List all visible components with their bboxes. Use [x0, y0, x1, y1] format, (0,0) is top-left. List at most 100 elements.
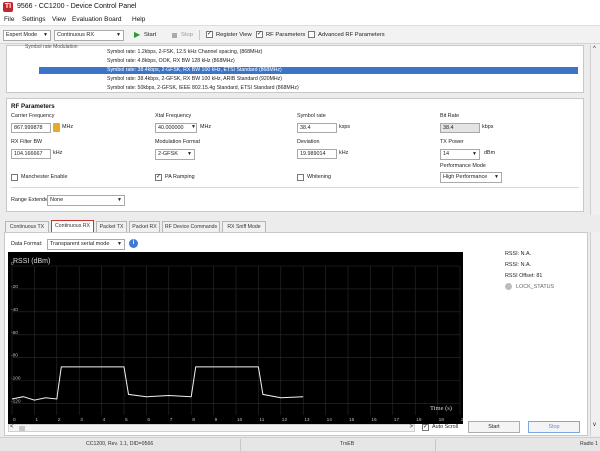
menu-settings[interactable]: Settings: [22, 15, 46, 25]
toolbar-divider: [199, 30, 200, 40]
lock-status-led-icon: [505, 283, 512, 290]
chevron-down-icon: ▼: [116, 32, 121, 38]
scroll-left-icon[interactable]: <: [10, 424, 14, 430]
data-format-value: Transparent serial mode: [50, 241, 110, 247]
chevron-down-icon: ▼: [494, 174, 499, 180]
y-tick-label: -60: [11, 330, 18, 336]
x-tick-label: 3: [80, 417, 83, 423]
performance-mode-value: High Performance: [443, 174, 488, 180]
modulation-format-value: 2-GFSK: [158, 151, 178, 157]
menu-help[interactable]: Help: [132, 15, 145, 25]
rf-parameters-checkbox[interactable]: ✓: [256, 31, 263, 38]
mode-select-value: Expert Mode: [6, 32, 38, 38]
rssi-offset: RSSI Offset: 81: [505, 273, 543, 279]
y-tick-label: -20: [11, 284, 18, 290]
rx-mode-select-value: Continuous RX: [57, 32, 94, 38]
tx-power-select[interactable]: 14 ▼: [440, 149, 480, 160]
pa-ramping-checkbox[interactable]: ✓: [155, 174, 162, 181]
status-board: TrxEB: [340, 441, 355, 447]
auto-scroll-label: Auto Scroll: [432, 424, 459, 430]
tab-rx-sniff-mode[interactable]: RX Sniff Mode: [222, 221, 266, 232]
deviation-unit: kHz: [339, 150, 349, 156]
scrollbar-thumb[interactable]: [19, 426, 25, 431]
rx-filter-bw-label: RX Filter BW: [11, 139, 43, 145]
app-logo-icon: TI: [3, 2, 13, 12]
stop-icon[interactable]: [172, 33, 177, 38]
range-extender-select[interactable]: None ▼: [47, 195, 125, 206]
tx-power-label: TX Power: [440, 139, 464, 145]
preset-item[interactable]: Symbol rate: 1.2kbps, 2-FSK, 12.5 kHz Ch…: [107, 49, 262, 56]
tab-rf-device-commands[interactable]: RF Device Commands: [162, 221, 220, 232]
tab-continuous-tx[interactable]: Continuous TX: [5, 221, 49, 232]
menu-file[interactable]: File: [4, 15, 14, 25]
x-tick-label: 12: [282, 417, 288, 423]
x-tick-label: 15: [349, 417, 355, 423]
scroll-up-icon[interactable]: ^: [593, 46, 596, 52]
tab-continuous-rx[interactable]: Continuous RX: [51, 220, 94, 232]
rx-panel-scrollbar[interactable]: v: [590, 232, 600, 436]
x-axis-label: Time (s): [430, 405, 452, 412]
x-tick-label: 7: [170, 417, 173, 423]
x-tick-label: 19: [439, 417, 445, 423]
range-extender-label: Range Extender: [11, 197, 50, 203]
rx-filter-bw-input[interactable]: 104.166667: [11, 149, 51, 159]
x-tick-label: 10: [237, 417, 243, 423]
rx-mode-select[interactable]: Continuous RX ▼: [54, 30, 124, 41]
symbol-rate-unit: ksps: [339, 124, 351, 130]
chevron-down-icon: ▼: [187, 151, 192, 157]
xtal-frequency-unit: MHz: [200, 124, 212, 130]
whitening-label: Whitening: [307, 174, 331, 180]
deviation-input[interactable]: 19.989014: [297, 149, 337, 159]
toolbar: Expert Mode ▼ Continuous RX ▼ ▶ Start Stop…: [0, 26, 600, 44]
chevron-down-icon[interactable]: ▼: [191, 124, 196, 130]
menu-evaluation-board[interactable]: Evaluation Board: [72, 15, 122, 25]
symbol-rate-input[interactable]: 38.4: [297, 123, 337, 133]
xtal-frequency-label: Xtal Frequency: [155, 113, 192, 119]
info-icon[interactable]: i: [129, 239, 138, 248]
rx-start-button[interactable]: Start: [468, 421, 520, 433]
preset-item-selected[interactable]: Symbol rate: 38.4kbps, 2-GFSK, RX BW 100…: [39, 67, 578, 74]
tab-packet-tx[interactable]: Packet TX: [96, 221, 127, 232]
status-bar: CC1200, Rev. 1.1, DID=9566 TrxEB Radio 1: [0, 437, 600, 451]
tx-power-value: 14: [443, 151, 450, 157]
preset-item[interactable]: Symbol rate: 38.4kbps, 2-GFSK, RX BW 100…: [107, 76, 282, 83]
register-view-checkbox[interactable]: ✓: [206, 31, 213, 38]
x-tick-label: 0: [13, 417, 16, 423]
stop-button[interactable]: Stop: [181, 30, 193, 40]
rx-stop-button[interactable]: Stop: [528, 421, 580, 433]
advanced-rf-checkbox[interactable]: [308, 31, 315, 38]
tab-packet-rx[interactable]: Packet RX: [129, 221, 160, 232]
chevron-down-icon: ▼: [472, 151, 477, 157]
whitening-checkbox[interactable]: [297, 174, 304, 181]
data-format-select[interactable]: Transparent serial mode ▼: [47, 239, 125, 250]
pa-ramping-label: PA Ramping: [165, 174, 195, 180]
main-scrollbar[interactable]: ^: [590, 45, 600, 215]
mode-select[interactable]: Expert Mode ▼: [3, 30, 51, 41]
preset-item[interactable]: Symbol rate: 50kbps, 2-GFSK, IEEE 802.15…: [107, 85, 299, 90]
carrier-frequency-input[interactable]: 867.999878: [11, 123, 51, 133]
manchester-checkbox[interactable]: [11, 174, 18, 181]
play-icon[interactable]: ▶: [134, 30, 140, 40]
rssi-readout: RSSI: N.A.: [505, 251, 532, 257]
tx-power-unit: dBm: [484, 150, 496, 156]
manchester-label: Manchester Enable: [21, 174, 68, 180]
data-format-label: Data Format:: [11, 241, 43, 247]
range-extender-value: None: [50, 197, 64, 203]
chevron-down-icon: ▼: [43, 32, 48, 38]
performance-mode-select[interactable]: High Performance ▼: [440, 172, 502, 183]
preset-item[interactable]: Symbol rate: 4.8kbps, OOK, RX BW 128 kHz…: [107, 58, 235, 65]
divider: [11, 187, 579, 188]
lock-status-label: LOCK_STATUS: [516, 284, 555, 290]
presets-header: Symbol rate Modulation: [25, 44, 78, 49]
scroll-down-icon[interactable]: v: [593, 422, 596, 428]
x-tick-label: 2: [58, 417, 61, 423]
y-tick-label: -40: [11, 307, 18, 313]
lock-icon[interactable]: [53, 123, 60, 132]
start-button[interactable]: Start: [144, 30, 156, 40]
scroll-right-icon[interactable]: >: [409, 424, 413, 430]
modulation-format-select[interactable]: 2-GFSK ▼: [155, 149, 195, 160]
plot-scrollbar[interactable]: < >: [8, 424, 415, 432]
x-tick-label: 6: [147, 417, 150, 423]
menu-view[interactable]: View: [52, 15, 66, 25]
auto-scroll-checkbox[interactable]: ✓: [422, 424, 429, 431]
